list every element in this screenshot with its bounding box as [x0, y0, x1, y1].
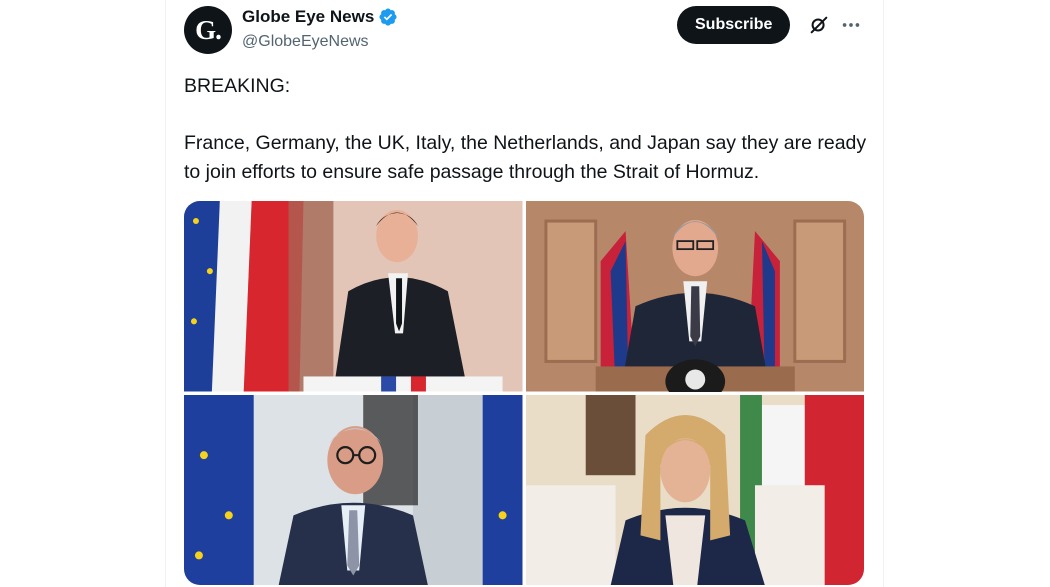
author-handle[interactable]: @GlobeEyeNews: [242, 33, 369, 51]
verified-badge-icon: [378, 7, 398, 27]
more-icon[interactable]: [840, 14, 862, 36]
grok-icon[interactable]: [808, 14, 830, 36]
photo-bottom-right[interactable]: [525, 394, 864, 585]
tweet-text: BREAKING: France, Germany, the UK, Italy…: [184, 72, 874, 187]
subscribe-button[interactable]: Subscribe: [677, 6, 791, 44]
photo-bottom-left[interactable]: [184, 394, 523, 585]
avatar[interactable]: G.: [184, 6, 232, 54]
display-name[interactable]: Globe Eye News: [242, 7, 374, 27]
right-divider: [883, 0, 884, 587]
photo-top-left[interactable]: [184, 201, 523, 392]
author-name-row: Globe Eye News: [242, 7, 398, 27]
tweet-card[interactable]: G. Globe Eye News @GlobeEyeNews Subscrib…: [166, 0, 883, 587]
tweet-text-line-1: BREAKING:: [184, 75, 291, 97]
tweet-text-line-2: France, Germany, the UK, Italy, the Neth…: [184, 132, 867, 183]
media-grid: [184, 201, 864, 585]
photo-top-right[interactable]: [525, 201, 864, 392]
